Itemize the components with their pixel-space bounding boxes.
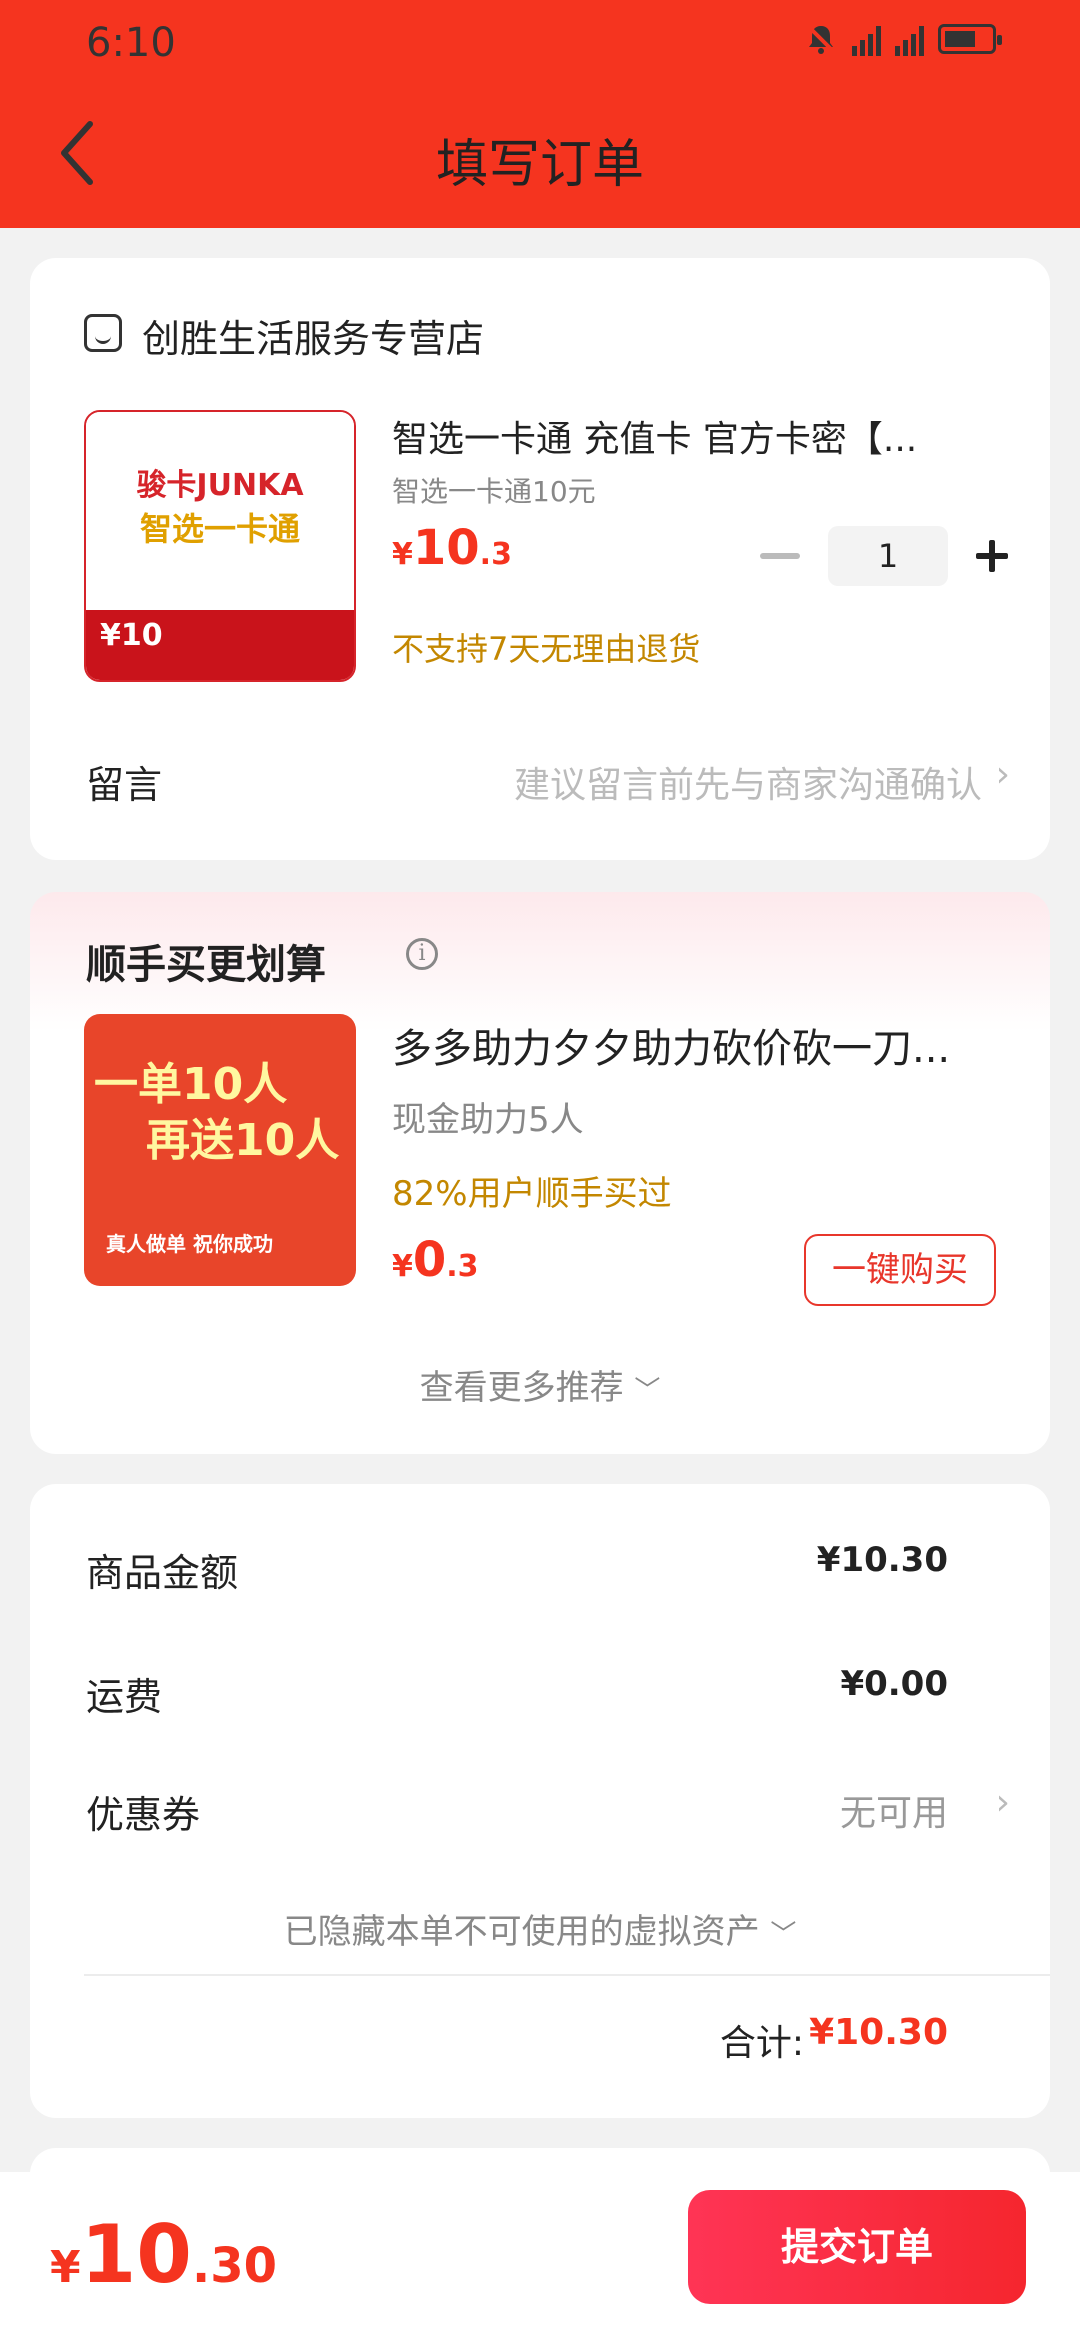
divider xyxy=(84,1974,1050,1976)
chevron-right-icon: › xyxy=(995,754,1010,795)
more-recommend-link[interactable]: 查看更多推荐 ﹀ xyxy=(30,1360,1050,1409)
product-image-value: ¥10 xyxy=(86,610,354,680)
chevron-down-icon: ﹀ xyxy=(770,1920,797,1950)
goods-amount-label: 商品金额 xyxy=(86,1551,239,1595)
recommend-image-line1: 一单10人 xyxy=(94,1059,288,1110)
top-header: 6:10 填写订单 xyxy=(0,0,1080,228)
hidden-assets-label: 已隐藏本单不可使用的虚拟资产 xyxy=(283,1912,760,1952)
price-integer: 10 xyxy=(412,520,480,576)
recommend-image-line3: 真人做单 祝你成功 xyxy=(106,1232,273,1256)
bottom-bar: ¥10.30 提交订单 xyxy=(0,2172,1080,2340)
currency-symbol: ¥ xyxy=(50,2242,81,2293)
price-decimal: .30 xyxy=(191,2238,277,2294)
minus-icon[interactable] xyxy=(760,553,800,559)
submit-order-button[interactable]: 提交订单 xyxy=(688,2190,1026,2304)
price-decimal: .3 xyxy=(446,1249,479,1284)
recommend-item-price: ¥0.3 xyxy=(392,1232,479,1288)
price-decimal: .3 xyxy=(479,537,512,572)
recommend-image-line2: 再送10人 xyxy=(146,1115,340,1166)
page-title: 填写订单 xyxy=(435,135,644,195)
status-icons xyxy=(804,22,1002,56)
product-image-brand: 骏卡JUNKA xyxy=(136,468,304,503)
battery-icon xyxy=(938,24,1002,54)
message-label: 留言 xyxy=(86,763,163,807)
total-label: 合计: xyxy=(719,2023,804,2064)
price-integer: 0 xyxy=(412,1232,447,1288)
total-value: ¥10.30 xyxy=(809,2012,948,2053)
shipping-value: ¥0.00 xyxy=(840,1664,948,1704)
price-summary-card: 商品金额 ¥10.30 运费 ¥0.00 优惠券 无可用 › 已隐藏本单不可使用… xyxy=(30,1484,1050,2118)
chevron-down-icon: ﹀ xyxy=(634,1376,661,1406)
recommend-card: 顺手买更划算 i 一单10人 再送10人 真人做单 祝你成功 多多助力夕夕助力砍… xyxy=(30,892,1050,1454)
more-recommend-label: 查看更多推荐 xyxy=(419,1368,624,1408)
bell-mute-icon xyxy=(806,24,836,54)
plus-icon[interactable] xyxy=(962,526,1022,586)
message-input[interactable]: 建议留言前先与商家沟通确认 xyxy=(514,756,982,808)
status-time: 6:10 xyxy=(86,20,176,66)
product-image-name: 智选一卡通 xyxy=(139,510,300,548)
currency-symbol: ¥ xyxy=(392,537,413,572)
order-item-card: 创胜生活服务专营店 骏卡JUNKA 智选一卡通 ¥10 智选一卡通 充值卡 官方… xyxy=(30,258,1050,860)
goods-amount-value: ¥10.30 xyxy=(816,1540,948,1580)
product-sku: 智选一卡通10元 xyxy=(392,475,596,508)
price-integer: 10 xyxy=(80,2208,192,2301)
product-price: ¥10.3 xyxy=(392,520,512,576)
store-icon xyxy=(84,314,122,352)
info-icon[interactable]: i xyxy=(406,938,438,970)
return-policy: 不支持7天无理由退货 xyxy=(392,630,701,668)
recommend-item-subtitle: 现金助力5人 xyxy=(392,1100,584,1140)
quantity-stepper: 1 xyxy=(760,526,1022,586)
bottom-total-price: ¥10.30 xyxy=(50,2208,277,2301)
coupon-value[interactable]: 无可用 xyxy=(840,1784,948,1836)
recommend-item-bought: 82%用户顺手买过 xyxy=(392,1174,672,1214)
product-title[interactable]: 智选一卡通 充值卡 官方卡密【... xyxy=(392,410,1002,462)
shipping-label: 运费 xyxy=(86,1675,163,1719)
chevron-right-icon: › xyxy=(995,1782,1010,1823)
hidden-assets-toggle[interactable]: 已隐藏本单不可使用的虚拟资产 ﹀ xyxy=(30,1904,1050,1953)
signal-icon xyxy=(852,22,881,56)
recommend-title: 顺手买更划算 xyxy=(86,942,326,988)
quantity-value[interactable]: 1 xyxy=(828,526,948,586)
quick-buy-button[interactable]: 一键购买 xyxy=(804,1234,996,1306)
coupon-label: 优惠券 xyxy=(86,1793,201,1837)
currency-symbol: ¥ xyxy=(392,1249,413,1284)
recommend-item-name[interactable]: 多多助力夕夕助力砍价砍一刀... xyxy=(392,1016,1002,1074)
signal-icon xyxy=(895,22,924,56)
product-image[interactable]: 骏卡JUNKA 智选一卡通 ¥10 xyxy=(84,410,356,682)
recommend-image[interactable]: 一单10人 再送10人 真人做单 祝你成功 xyxy=(84,1014,356,1286)
store-name[interactable]: 创胜生活服务专营店 xyxy=(142,308,484,363)
